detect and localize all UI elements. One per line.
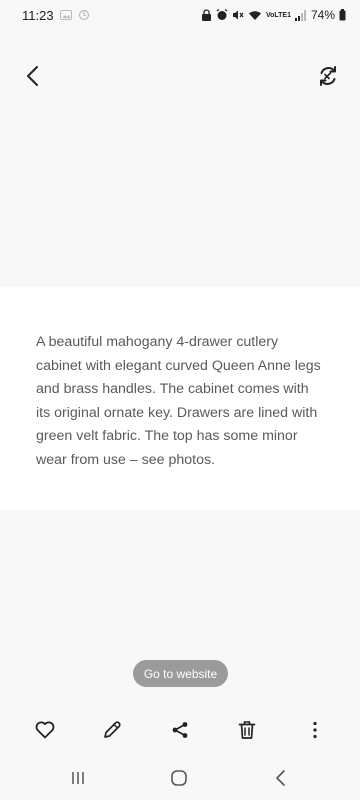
mute-icon <box>232 9 244 21</box>
back-icon <box>276 770 285 786</box>
trash-icon <box>238 721 256 739</box>
convert-refresh-icon <box>320 66 336 86</box>
gallery-notification-icon <box>59 10 72 20</box>
share-button[interactable] <box>166 716 194 744</box>
alarm-icon <box>216 9 228 21</box>
status-left: 11:23 <box>22 8 90 23</box>
home-nav-button[interactable] <box>164 764 194 792</box>
pencil-icon <box>104 721 121 738</box>
bottom-toolbar <box>0 710 360 750</box>
share-icon <box>172 722 188 738</box>
battery-icon <box>339 9 346 21</box>
heart-icon <box>35 721 55 739</box>
lock-icon <box>201 9 212 21</box>
recents-nav-button[interactable] <box>63 764 93 792</box>
volte-label: VoLTE1 <box>265 11 291 19</box>
status-time: 11:23 <box>22 7 54 23</box>
screen: 11:23 VoLTE1 74% A beautiful mahogany 4-… <box>0 0 360 800</box>
delete-button[interactable] <box>233 716 261 744</box>
back-nav-button[interactable] <box>265 764 295 792</box>
wifi-icon <box>248 10 262 21</box>
description-text: A beautiful mahogany 4-drawer cutlery ca… <box>36 334 321 468</box>
convert-button[interactable] <box>314 62 342 90</box>
more-vertical-icon <box>313 721 317 739</box>
edit-button[interactable] <box>98 716 126 744</box>
signal-icon <box>294 9 307 21</box>
more-options-button[interactable] <box>301 716 329 744</box>
system-nav-bar <box>0 758 360 798</box>
sync-notification-icon <box>78 9 90 21</box>
home-icon <box>171 770 187 786</box>
chevron-left-icon <box>27 66 38 86</box>
go-to-website-button[interactable]: Go to website <box>133 660 228 687</box>
battery-percent: 74% <box>310 8 335 22</box>
recents-icon <box>72 772 84 784</box>
description-card: A beautiful mahogany 4-drawer cutlery ca… <box>0 287 360 510</box>
top-bar <box>0 58 360 94</box>
back-button[interactable] <box>18 60 46 92</box>
status-right: VoLTE1 74% <box>201 8 346 22</box>
favorite-button[interactable] <box>31 716 59 744</box>
status-bar: 11:23 VoLTE1 74% <box>0 0 360 30</box>
